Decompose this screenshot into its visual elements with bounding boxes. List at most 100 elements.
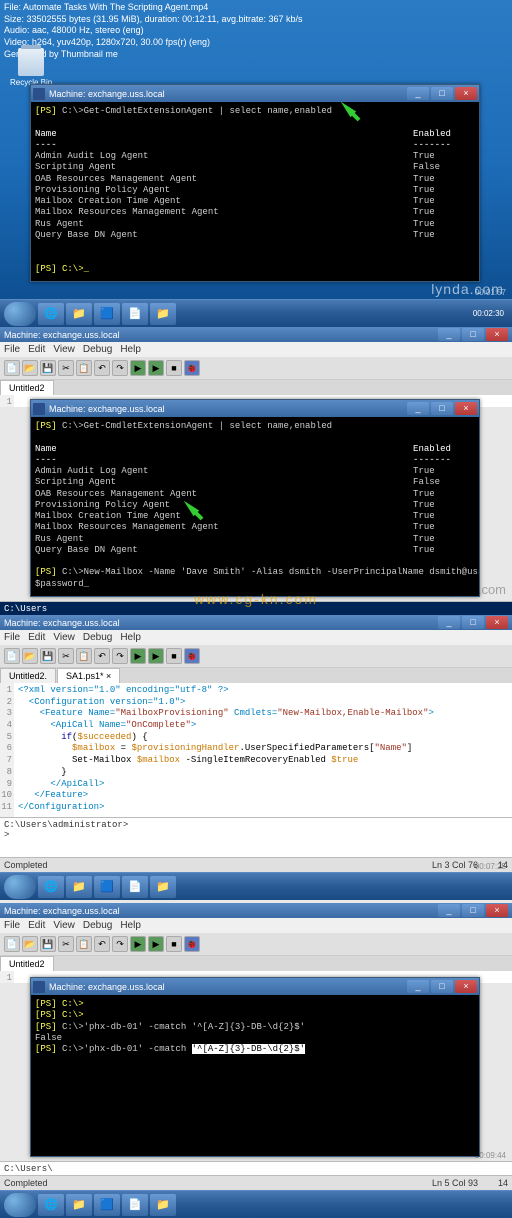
tool-new[interactable]: 📄	[4, 360, 20, 376]
tab-untitled2[interactable]: Untitled2.	[0, 668, 56, 683]
recycle-bin[interactable]: Recycle Bin	[10, 48, 52, 87]
tool-copy[interactable]: 📋	[76, 360, 92, 376]
ide-titlebar[interactable]: Machine: exchange.uss.local _ □ ×	[0, 903, 512, 918]
editor-xml[interactable]: 1 2 3 4 5 6 7 8 9 10 11 <?xml version="1…	[0, 683, 512, 817]
ie-icon[interactable]: 🌐	[38, 303, 64, 325]
minimize-button[interactable]: _	[407, 87, 429, 100]
explorer-icon[interactable]: 📁	[66, 303, 92, 325]
ie-icon[interactable]: 🌐	[38, 1194, 64, 1216]
folder-icon[interactable]: 📁	[150, 303, 176, 325]
start-button[interactable]	[4, 302, 36, 326]
app-icon[interactable]: 📄	[122, 876, 148, 898]
menu-view[interactable]: View	[53, 632, 75, 643]
taskbar-4[interactable]: 🌐 📁 🟦 📄 📁	[0, 1190, 512, 1218]
tab-sa1[interactable]: SA1.ps1* ×	[57, 668, 120, 683]
start-button[interactable]	[4, 1193, 36, 1217]
console-pane[interactable]: C:\Users\	[0, 1161, 512, 1175]
close-button[interactable]: ×	[486, 904, 508, 917]
tool-cut[interactable]: ✂	[58, 648, 74, 664]
powershell-window-1[interactable]: Machine: exchange.uss.local _ □ × [PS] C…	[30, 84, 480, 282]
close-button[interactable]: ×	[486, 328, 508, 341]
maximize-button[interactable]: □	[462, 904, 484, 917]
debug-button[interactable]: 🐞	[184, 648, 200, 664]
console-pane[interactable]: C:\Users\administrator> >	[0, 817, 512, 857]
menu-help[interactable]: Help	[120, 920, 141, 931]
tool-redo[interactable]: ↷	[112, 648, 128, 664]
tabstrip[interactable]: Untitled2	[0, 380, 512, 395]
debug-button[interactable]: 🐞	[184, 936, 200, 952]
tool-save[interactable]: 💾	[40, 360, 56, 376]
explorer-icon[interactable]: 📁	[66, 876, 92, 898]
tool-redo[interactable]: ↷	[112, 360, 128, 376]
menu-edit[interactable]: Edit	[28, 632, 45, 643]
tool-copy[interactable]: 📋	[76, 936, 92, 952]
menu-help[interactable]: Help	[120, 344, 141, 355]
media-icon[interactable]: 🟦	[94, 303, 120, 325]
tool-new[interactable]: 📄	[4, 648, 20, 664]
tool-cut[interactable]: ✂	[58, 936, 74, 952]
run-sel-button[interactable]: ▶	[148, 648, 164, 664]
window-titlebar[interactable]: Machine: exchange.uss.local _ □ ×	[31, 978, 479, 995]
menu-edit[interactable]: Edit	[28, 344, 45, 355]
tab-untitled2[interactable]: Untitled2	[0, 380, 54, 395]
explorer-icon[interactable]: 📁	[66, 1194, 92, 1216]
minimize-button[interactable]: _	[407, 402, 429, 415]
tool-new[interactable]: 📄	[4, 936, 20, 952]
ie-icon[interactable]: 🌐	[38, 876, 64, 898]
tool-redo[interactable]: ↷	[112, 936, 128, 952]
tool-undo[interactable]: ↶	[94, 648, 110, 664]
tool-open[interactable]: 📂	[22, 360, 38, 376]
tool-open[interactable]: 📂	[22, 648, 38, 664]
ide-menubar[interactable]: File Edit View Debug Help	[0, 918, 512, 933]
minimize-button[interactable]: _	[438, 616, 460, 629]
maximize-button[interactable]: □	[431, 87, 453, 100]
folder-icon[interactable]: 📁	[150, 876, 176, 898]
minimize-button[interactable]: _	[407, 980, 429, 993]
menu-debug[interactable]: Debug	[83, 920, 112, 931]
app-icon[interactable]: 📄	[122, 303, 148, 325]
menu-help[interactable]: Help	[120, 632, 141, 643]
stop-button[interactable]: ■	[166, 648, 182, 664]
tab-untitled2[interactable]: Untitled2	[0, 956, 54, 971]
menu-view[interactable]: View	[53, 344, 75, 355]
maximize-button[interactable]: □	[462, 616, 484, 629]
minimize-button[interactable]: _	[438, 328, 460, 341]
taskbar-1[interactable]: 🌐 📁 🟦 📄 📁 00:02:30	[0, 299, 512, 327]
ide-menubar[interactable]: File Edit View Debug Help	[0, 630, 512, 645]
window-titlebar[interactable]: Machine: exchange.uss.local _ □ ×	[31, 400, 479, 417]
clock[interactable]: 00:02:30	[473, 309, 508, 318]
media-icon[interactable]: 🟦	[94, 1194, 120, 1216]
ide-toolbar[interactable]: 📄 📂 💾 ✂ 📋 ↶ ↷ ▶ ▶ ■ 🐞	[0, 357, 512, 380]
powershell-window-2[interactable]: Machine: exchange.uss.local _ □ × [PS] C…	[30, 399, 480, 597]
run-sel-button[interactable]: ▶	[148, 360, 164, 376]
close-button[interactable]: ×	[455, 87, 477, 100]
ide-toolbar[interactable]: 📄 📂 💾 ✂ 📋 ↶ ↷ ▶ ▶ ■ 🐞	[0, 933, 512, 956]
close-button[interactable]: ×	[486, 616, 508, 629]
menu-file[interactable]: File	[4, 920, 20, 931]
menu-file[interactable]: File	[4, 632, 20, 643]
ide-toolbar[interactable]: 📄 📂 💾 ✂ 📋 ↶ ↷ ▶ ▶ ■ 🐞	[0, 645, 512, 668]
tool-copy[interactable]: 📋	[76, 648, 92, 664]
taskbar-3[interactable]: 🌐 📁 🟦 📄 📁	[0, 872, 512, 900]
stop-button[interactable]: ■	[166, 936, 182, 952]
ide-titlebar[interactable]: Machine: exchange.uss.local _ □ ×	[0, 327, 512, 342]
powershell-window-4[interactable]: Machine: exchange.uss.local _ □ × [PS] C…	[30, 977, 480, 1157]
start-button[interactable]	[4, 875, 36, 899]
maximize-button[interactable]: □	[431, 980, 453, 993]
tool-save[interactable]: 💾	[40, 648, 56, 664]
run-sel-button[interactable]: ▶	[148, 936, 164, 952]
close-button[interactable]: ×	[455, 402, 477, 415]
debug-button[interactable]: 🐞	[184, 360, 200, 376]
maximize-button[interactable]: □	[462, 328, 484, 341]
minimize-button[interactable]: _	[438, 904, 460, 917]
menu-debug[interactable]: Debug	[83, 344, 112, 355]
tabstrip[interactable]: Untitled2. SA1.ps1* ×	[0, 668, 512, 683]
ide-titlebar[interactable]: Machine: exchange.uss.local _ □ ×	[0, 615, 512, 630]
run-button[interactable]: ▶	[130, 360, 146, 376]
app-icon[interactable]: 📄	[122, 1194, 148, 1216]
run-button[interactable]: ▶	[130, 936, 146, 952]
run-button[interactable]: ▶	[130, 648, 146, 664]
maximize-button[interactable]: □	[431, 402, 453, 415]
menu-debug[interactable]: Debug	[83, 632, 112, 643]
window-titlebar[interactable]: Machine: exchange.uss.local _ □ ×	[31, 85, 479, 102]
